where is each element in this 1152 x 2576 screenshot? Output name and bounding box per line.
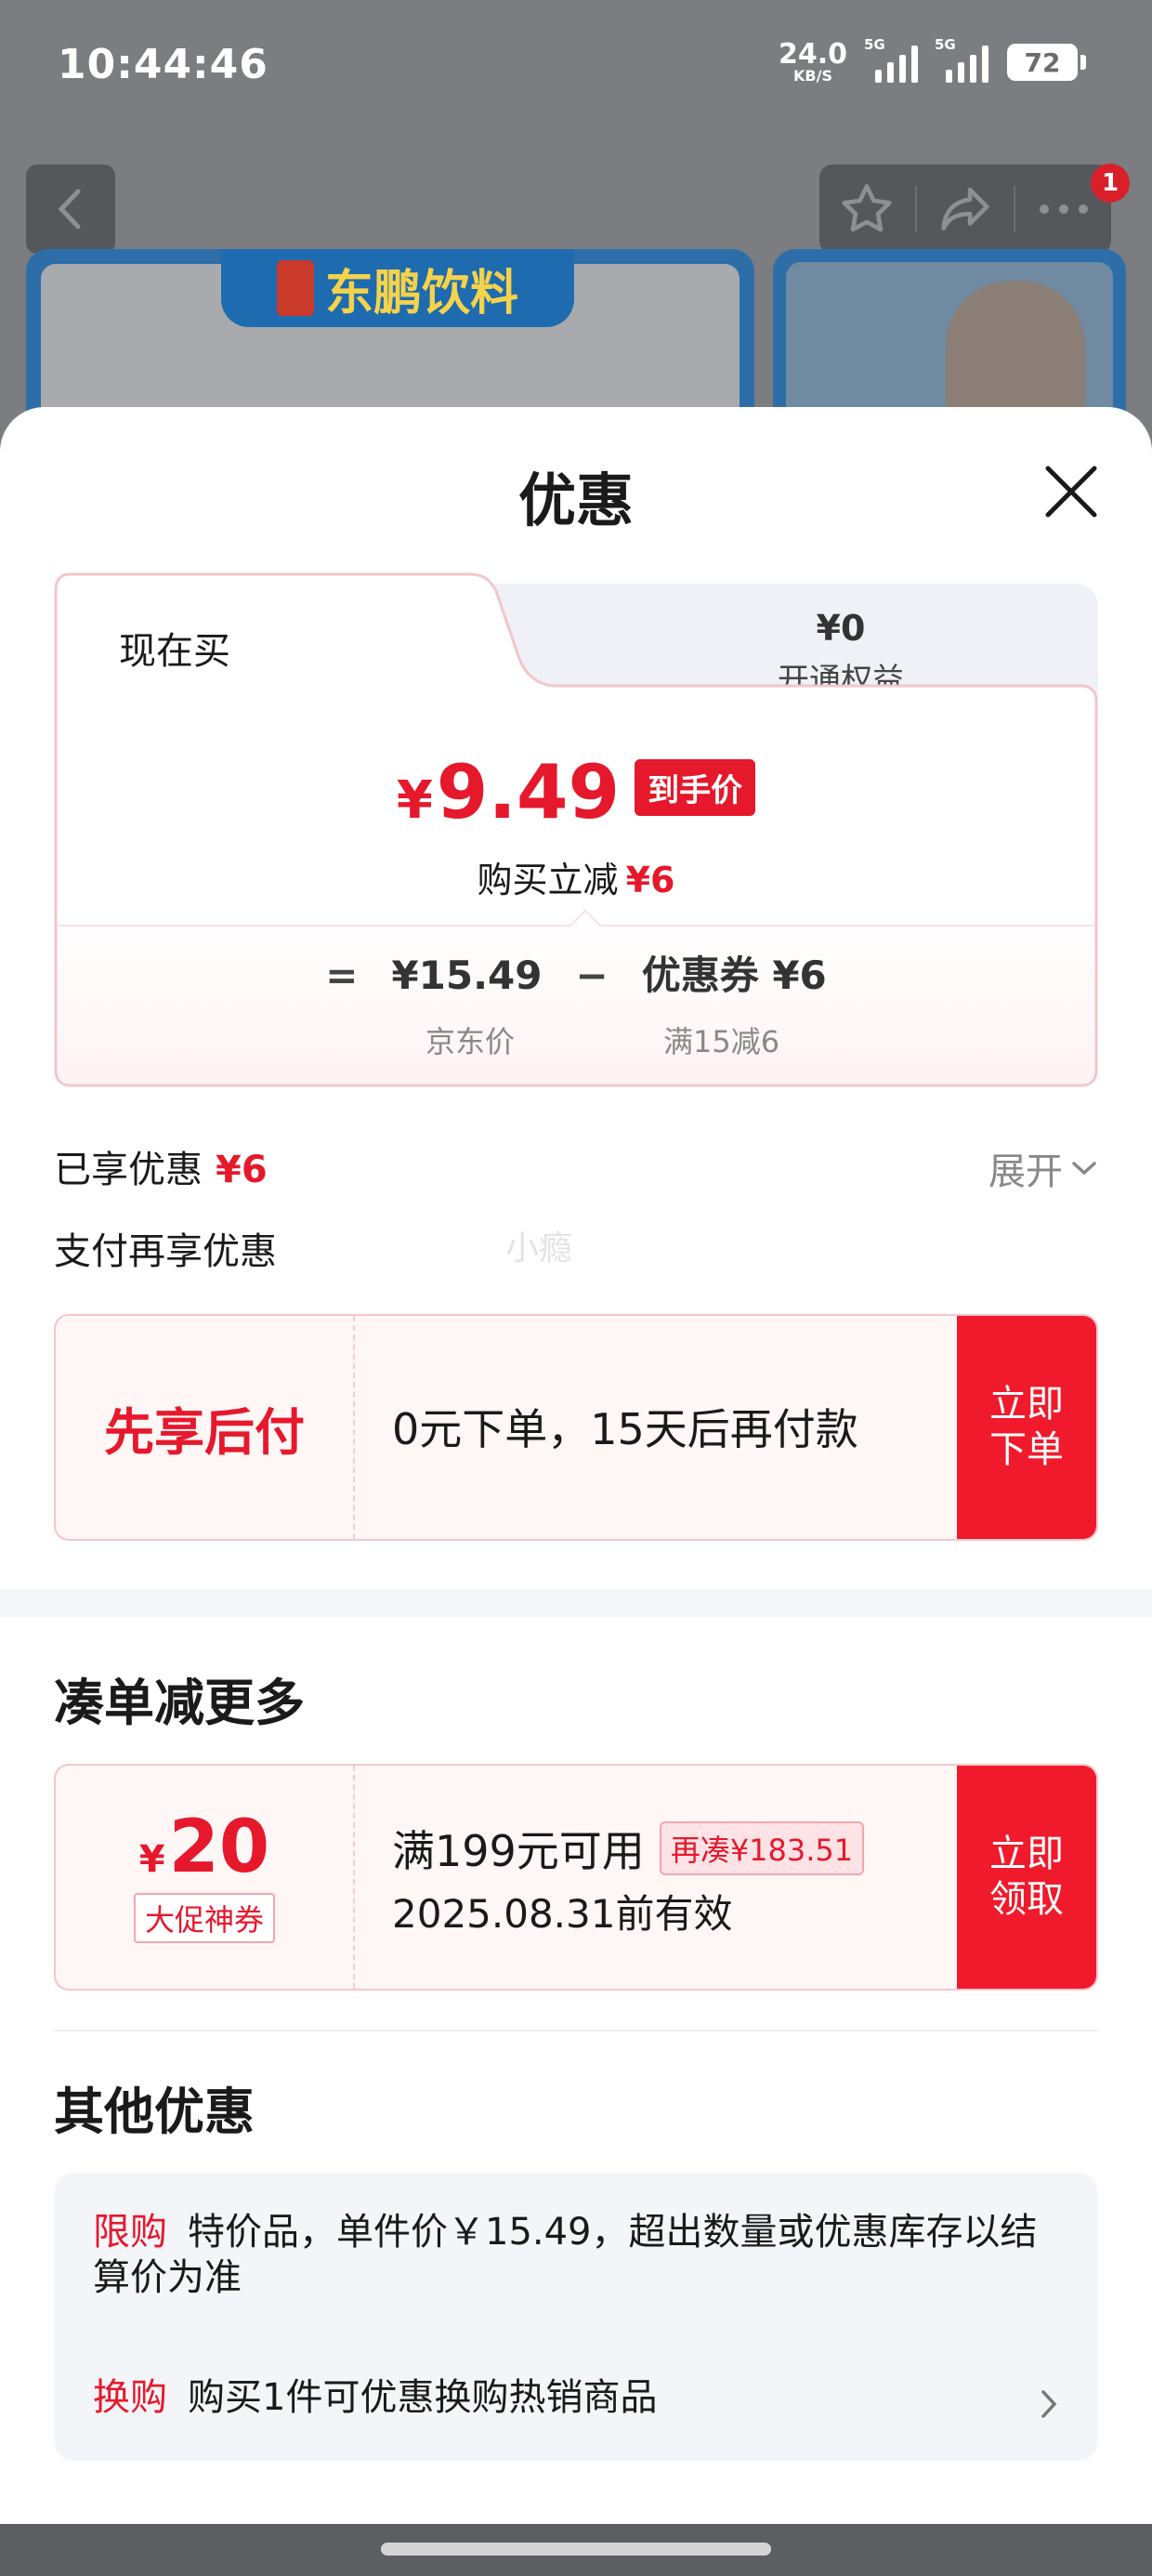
trade-in-row[interactable]: 换购 购买1件可优惠换购热销商品: [93, 2375, 1059, 2421]
price-formula: = ¥15.49 − 优惠券 ¥6: [54, 944, 1098, 1001]
bundle-coupon-card: ¥ 20 大促神券 满199元可用 再凑¥183.51 2025.08.31前有…: [54, 1764, 1098, 1991]
coupon-type-tag: 大促神券: [133, 1893, 275, 1943]
claim-now-button[interactable]: 立即 领取: [957, 1766, 1096, 1989]
brand-name: 东鹏饮料: [324, 265, 518, 322]
pay-later-desc: 0元下单，15天后再付款: [392, 1404, 858, 1454]
purchase-limit-row: 限购 特价品，单件价￥15.49，超出数量或优惠库存以结算价为准: [93, 2210, 1059, 2301]
signal-icon: 5G: [864, 36, 918, 83]
pay-later-title: 先享后付: [104, 1402, 305, 1462]
expand-label: 展开: [988, 1150, 1063, 1193]
notification-badge: 1: [1091, 164, 1130, 203]
top-actions: [819, 164, 1111, 254]
final-price: ¥ 9.49 到手价: [54, 749, 1098, 835]
chevron-down-icon: [1072, 1162, 1096, 1176]
coupon-remaining-pill: 再凑¥183.51: [659, 1821, 865, 1875]
final-price-number: 9.49: [436, 749, 621, 835]
coupon-amount: ¥ 20: [139, 1811, 269, 1884]
price-card: ¥0 开通权益 现在买 ¥ 9.49 到手价 购买立减 ¥6 = ¥15.49 …: [54, 572, 1098, 1087]
watermark: 小瘾: [505, 1229, 573, 1268]
currency-symbol: ¥: [396, 770, 433, 831]
chevron-left-icon: [58, 189, 81, 230]
base-price-label: 京东价: [425, 1024, 516, 1059]
enjoyed-discount: 已享优惠 ¥6: [54, 1139, 268, 1193]
formula-equals: =: [325, 953, 359, 998]
expand-button[interactable]: 展开: [988, 1141, 1098, 1195]
network-speed-value: 24.0: [778, 38, 847, 71]
order-now-button[interactable]: 立即 下单: [957, 1316, 1096, 1539]
status-time: 10:44:46: [58, 41, 268, 88]
sheet-title: 优惠: [517, 467, 634, 534]
purchase-limit-text: 特价品，单件价￥15.49，超出数量或优惠库存以结算价为准: [93, 2211, 1038, 2299]
sim2-label: 5G: [935, 36, 956, 53]
signal-icon: 5G: [935, 36, 988, 83]
brand-logo: 东鹏饮料: [221, 249, 574, 327]
other-section-title: 其他优惠: [54, 2083, 255, 2141]
instant-reduction-value: ¥6: [625, 860, 675, 900]
formula-minus: −: [575, 953, 609, 998]
back-button[interactable]: [26, 164, 115, 254]
brand-logo-icon: [276, 260, 314, 316]
bundle-section-title: 凑单减更多: [54, 1674, 305, 1732]
close-icon[interactable]: [1039, 459, 1104, 524]
enjoyed-label: 已享优惠: [54, 1149, 203, 1191]
coupon-rule: 满199元可用: [392, 1826, 645, 1876]
coupon-amount-value: 20: [168, 1806, 270, 1889]
home-indicator[interactable]: [381, 2543, 771, 2556]
network-speed: 24.0 KB/S: [779, 41, 847, 84]
divider: [54, 2030, 1098, 2031]
order-now-label: 立即 下单: [989, 1383, 1064, 1471]
coupon-discount: 优惠券 ¥6: [641, 953, 827, 998]
chevron-right-icon[interactable]: [1039, 2388, 1059, 2420]
pay-later-card: 先享后付 0元下单，15天后再付款 立即 下单: [54, 1314, 1098, 1541]
purchase-limit-label: 限购: [93, 2211, 167, 2254]
coupon-rule: 满15减6: [663, 1024, 780, 1059]
final-price-tag: 到手价: [635, 759, 756, 816]
other-offers-box: 限购 特价品，单件价￥15.49，超出数量或优惠库存以结算价为准 换购 购买1件可优…: [54, 2173, 1098, 2461]
base-price: ¥15.49: [391, 953, 543, 998]
tab-buy-now[interactable]: 现在买: [119, 621, 230, 675]
battery-icon: 72: [1007, 44, 1086, 81]
instant-reduction-label: 购买立减: [477, 860, 619, 900]
final-price-value: ¥ 9.49: [397, 749, 620, 835]
trade-in-text: 购买1件可优惠换购热销商品: [188, 2376, 658, 2419]
coupon-expiry: 2025.08.31前有效: [392, 1891, 733, 1937]
status-icons: 24.0 KB/S 5G 5G 72: [779, 36, 1086, 84]
star-icon[interactable]: [838, 180, 896, 238]
network-speed-unit: KB/S: [793, 67, 832, 85]
pay-section-label: 支付再享优惠: [54, 1230, 277, 1273]
sim1-label: 5G: [864, 36, 885, 53]
discount-sheet: 优惠 ¥0 开通权益 现在买 ¥ 9.49 到手价 购买立减 ¥6 = ¥15.…: [0, 407, 1152, 2524]
share-icon[interactable]: [936, 180, 994, 238]
gesture-nav-bar: [0, 2524, 1152, 2576]
section-divider: [0, 1589, 1152, 1617]
claim-now-label: 立即 领取: [989, 1833, 1064, 1921]
instant-reduction: 购买立减 ¥6: [54, 851, 1098, 902]
coupon-currency: ¥: [138, 1838, 165, 1881]
enjoyed-value: ¥6: [216, 1149, 268, 1191]
status-bar: 10:44:46 24.0 KB/S 5G 5G 72: [0, 0, 1152, 139]
more-icon[interactable]: [1035, 200, 1093, 218]
trade-in-label: 换购: [93, 2376, 167, 2419]
